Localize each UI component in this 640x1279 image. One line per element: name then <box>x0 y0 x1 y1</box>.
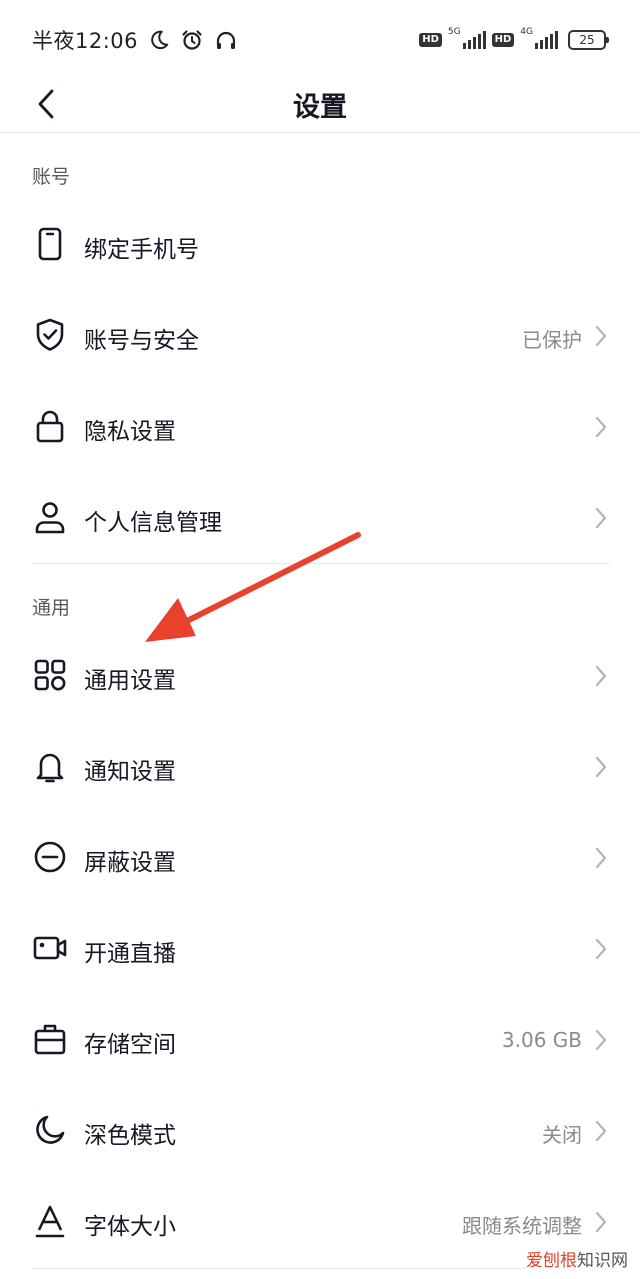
section-header-general: 通用 <box>32 597 71 619</box>
minus-circle-icon <box>34 841 66 873</box>
chevron-right-icon <box>595 847 607 869</box>
settings-row-general-settings[interactable]: 通用设置 <box>0 631 640 722</box>
chevron-right-icon <box>595 1029 607 1051</box>
phone-icon <box>38 227 62 261</box>
row-value: 3.06 GB <box>501 1028 582 1052</box>
alarm-icon <box>182 30 202 50</box>
page-title: 设置 <box>293 92 347 123</box>
signal-strength-icon <box>462 31 486 49</box>
settings-row-live-stream[interactable]: 开通直播 <box>0 904 640 995</box>
row-label: 字体大小 <box>84 1214 176 1240</box>
row-label: 深色模式 <box>84 1123 176 1149</box>
chevron-right-icon <box>595 416 607 438</box>
watermark-brand: 爱刨根 <box>526 1251 577 1271</box>
network-type-2: 4G <box>520 27 533 37</box>
settings-row-dark-mode[interactable]: 深色模式 关闭 <box>0 1086 640 1177</box>
row-value: 跟随系统调整 <box>462 1214 582 1238</box>
nav-bar: 设置 <box>0 78 640 133</box>
settings-row-block[interactable]: 屏蔽设置 <box>0 813 640 904</box>
watermark-suffix: 知识网 <box>577 1251 628 1271</box>
settings-row-bind-phone[interactable]: 绑定手机号 <box>0 200 640 291</box>
row-label: 通用设置 <box>84 668 176 694</box>
settings-row-notifications[interactable]: 通知设置 <box>0 722 640 813</box>
status-bar: 半夜12:06 HD 5G HD 4G 25 <box>0 0 640 78</box>
shield-check-icon <box>36 318 64 351</box>
chevron-right-icon <box>595 1120 607 1142</box>
settings-row-storage[interactable]: 存储空间 3.06 GB <box>0 995 640 1086</box>
chevron-right-icon <box>595 507 607 529</box>
network-type-1: 5G <box>447 27 461 37</box>
watermark: 爱刨根知识网 <box>526 1246 628 1271</box>
settings-row-personal-info[interactable]: 个人信息管理 <box>0 473 640 564</box>
grid-icon <box>34 659 66 691</box>
settings-row-privacy[interactable]: 隐私设置 <box>0 382 640 473</box>
row-label: 个人信息管理 <box>84 510 222 536</box>
row-value: 关闭 <box>542 1123 582 1147</box>
status-left: 半夜12:06 <box>32 22 238 58</box>
chevron-right-icon <box>595 756 607 778</box>
row-label: 屏蔽设置 <box>84 850 176 876</box>
chevron-right-icon <box>595 665 607 687</box>
chevron-right-icon <box>595 938 607 960</box>
row-value: 已保护 <box>522 328 582 352</box>
section-divider <box>32 1268 610 1269</box>
signal-strength-icon <box>535 31 558 49</box>
storage-box-icon <box>34 1024 66 1055</box>
bell-icon <box>36 753 64 783</box>
lock-icon <box>36 410 64 443</box>
settings-row-account-security[interactable]: 账号与安全 已保护 <box>0 291 640 382</box>
video-camera-icon <box>33 936 67 960</box>
section-header-account: 账号 <box>32 166 71 188</box>
status-time: 半夜12:06 <box>32 29 139 53</box>
moon-status-icon <box>151 30 169 50</box>
row-label: 绑定手机号 <box>84 237 199 263</box>
row-label: 开通直播 <box>84 941 176 967</box>
hd-badge-icon: HD <box>419 33 442 47</box>
row-label: 通知设置 <box>84 759 176 785</box>
headphones-icon <box>216 31 236 49</box>
status-right: HD 5G HD 4G 25 <box>419 24 609 56</box>
moon-icon <box>36 1115 65 1144</box>
row-label: 存储空间 <box>84 1032 176 1058</box>
person-icon <box>35 502 65 534</box>
hd-badge-icon: HD <box>491 33 515 47</box>
chevron-right-icon <box>595 1211 607 1233</box>
chevron-right-icon <box>595 325 607 347</box>
battery-icon: 25 <box>568 30 609 50</box>
row-label: 账号与安全 <box>84 328 199 354</box>
section-divider <box>32 563 610 564</box>
font-size-icon <box>35 1205 65 1238</box>
row-label: 隐私设置 <box>84 419 176 445</box>
